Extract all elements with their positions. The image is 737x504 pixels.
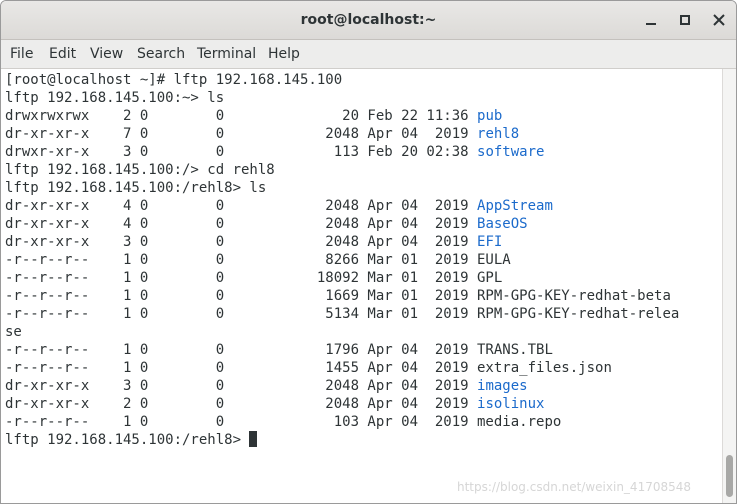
terminal-line: -r--r--r-- 1 0 0 8266 Mar 01 2019 EULA bbox=[5, 251, 511, 269]
terminal-text: [root@localhost ~]# lftp 192.168.145.100 bbox=[5, 72, 343, 88]
terminal-text: dr-xr-xr-x 2 0 0 2048 Apr 04 2019 bbox=[5, 396, 478, 412]
terminal-line: drwxrwxrwx 2 0 0 20 Feb 22 11:36 pub bbox=[5, 107, 502, 125]
terminal-line: lftp 192.168.145.100:/rehl8> ls bbox=[5, 179, 266, 197]
menu-bar: File Edit View Search Terminal Help bbox=[1, 40, 736, 69]
terminal-text: lftp 192.168.145.100:/rehl8> ls bbox=[5, 180, 267, 196]
terminal-text: drwxrwxrwx 2 0 0 20 Feb 22 11:36 bbox=[5, 108, 478, 124]
terminal-line: -r--r--r-- 1 0 0 5134 Mar 01 2019 RPM-GP… bbox=[5, 305, 679, 323]
menu-search[interactable]: Search bbox=[137, 40, 185, 68]
scrollbar[interactable] bbox=[722, 69, 736, 503]
scrollbar-thumb[interactable] bbox=[726, 455, 733, 497]
terminal-line: dr-xr-xr-x 4 0 0 2048 Apr 04 2019 AppStr… bbox=[5, 197, 553, 215]
title-bar[interactable]: root@localhost:~ bbox=[1, 1, 736, 40]
terminal-window: root@localhost:~ File Edit View Search T… bbox=[0, 0, 737, 504]
directory-name: isolinux bbox=[477, 396, 545, 412]
terminal-text: -r--r--r-- 1 0 0 5134 Mar 01 2019 RPM-GP… bbox=[5, 306, 680, 322]
terminal-text: lftp 192.168.145.100:~> ls bbox=[5, 90, 225, 106]
terminal-line: -r--r--r-- 1 0 0 103 Apr 04 2019 media.r… bbox=[5, 413, 561, 431]
terminal-text: -r--r--r-- 1 0 0 1455 Apr 04 2019 extra_… bbox=[5, 360, 612, 376]
terminal-text: -r--r--r-- 1 0 0 18092 Mar 01 2019 GPL bbox=[5, 270, 503, 286]
directory-name: images bbox=[477, 378, 528, 394]
menu-view[interactable]: View bbox=[90, 40, 123, 68]
minimize-button[interactable] bbox=[641, 10, 661, 30]
terminal-text: -r--r--r-- 1 0 0 8266 Mar 01 2019 EULA bbox=[5, 252, 511, 268]
directory-name: EFI bbox=[477, 234, 503, 250]
menu-help[interactable]: Help bbox=[268, 40, 300, 68]
menu-edit[interactable]: Edit bbox=[49, 40, 76, 68]
directory-name: rehl8 bbox=[477, 126, 520, 142]
terminal-line: -r--r--r-- 1 0 0 1455 Apr 04 2019 extra_… bbox=[5, 359, 612, 377]
terminal-line: se bbox=[5, 323, 22, 341]
maximize-icon bbox=[680, 15, 690, 25]
terminal-text: se bbox=[5, 324, 22, 340]
terminal-text: -r--r--r-- 1 0 0 1796 Apr 04 2019 TRANS.… bbox=[5, 342, 553, 358]
terminal-line: lftp 192.168.145.100:/> cd rehl8 bbox=[5, 161, 275, 179]
maximize-button[interactable] bbox=[675, 10, 695, 30]
terminal-text: drwxr-xr-x 3 0 0 113 Feb 20 02:38 bbox=[5, 144, 478, 160]
terminal-text: dr-xr-xr-x 3 0 0 2048 Apr 04 2019 bbox=[5, 234, 478, 250]
terminal-line: drwxr-xr-x 3 0 0 113 Feb 20 02:38 softwa… bbox=[5, 143, 544, 161]
terminal-text: dr-xr-xr-x 7 0 0 2048 Apr 04 2019 bbox=[5, 126, 478, 142]
terminal-line: lftp 192.168.145.100:~> ls bbox=[5, 89, 224, 107]
menu-file[interactable]: File bbox=[10, 40, 33, 68]
terminal-line: lftp 192.168.145.100:/rehl8> bbox=[5, 431, 258, 449]
terminal-line: -r--r--r-- 1 0 0 18092 Mar 01 2019 GPL bbox=[5, 269, 502, 287]
terminal-line: -r--r--r-- 1 0 0 1796 Apr 04 2019 TRANS.… bbox=[5, 341, 553, 359]
terminal-text: dr-xr-xr-x 3 0 0 2048 Apr 04 2019 bbox=[5, 378, 478, 394]
directory-name: AppStream bbox=[477, 198, 553, 214]
terminal-cursor bbox=[249, 431, 258, 447]
terminal-text: dr-xr-xr-x 4 0 0 2048 Apr 04 2019 bbox=[5, 198, 478, 214]
terminal-line: dr-xr-xr-x 4 0 0 2048 Apr 04 2019 BaseOS bbox=[5, 215, 528, 233]
directory-name: pub bbox=[477, 108, 503, 124]
window-title: root@localhost:~ bbox=[300, 12, 437, 28]
close-icon bbox=[713, 14, 725, 26]
terminal-line: -r--r--r-- 1 0 0 1669 Mar 01 2019 RPM-GP… bbox=[5, 287, 671, 305]
terminal-text: lftp 192.168.145.100:/> cd rehl8 bbox=[5, 162, 275, 178]
terminal-text: lftp 192.168.145.100:/rehl8> bbox=[5, 432, 250, 448]
close-button[interactable] bbox=[709, 10, 729, 30]
minimize-icon bbox=[646, 23, 656, 25]
watermark: https://blog.csdn.net/weixin_41708548 bbox=[457, 480, 692, 494]
terminal-output[interactable]: [root@localhost ~]# lftp 192.168.145.100… bbox=[1, 69, 722, 503]
terminal-line: dr-xr-xr-x 2 0 0 2048 Apr 04 2019 isolin… bbox=[5, 395, 544, 413]
terminal-line: dr-xr-xr-x 7 0 0 2048 Apr 04 2019 rehl8 bbox=[5, 125, 519, 143]
terminal-line: [root@localhost ~]# lftp 192.168.145.100 bbox=[5, 71, 342, 89]
terminal-text: dr-xr-xr-x 4 0 0 2048 Apr 04 2019 bbox=[5, 216, 478, 232]
terminal-text: -r--r--r-- 1 0 0 1669 Mar 01 2019 RPM-GP… bbox=[5, 288, 671, 304]
terminal-line: dr-xr-xr-x 3 0 0 2048 Apr 04 2019 EFI bbox=[5, 233, 502, 251]
directory-name: BaseOS bbox=[477, 216, 528, 232]
menu-terminal[interactable]: Terminal bbox=[197, 40, 256, 68]
terminal-text: -r--r--r-- 1 0 0 103 Apr 04 2019 media.r… bbox=[5, 414, 562, 430]
directory-name: software bbox=[477, 144, 545, 160]
terminal-line: dr-xr-xr-x 3 0 0 2048 Apr 04 2019 images bbox=[5, 377, 528, 395]
